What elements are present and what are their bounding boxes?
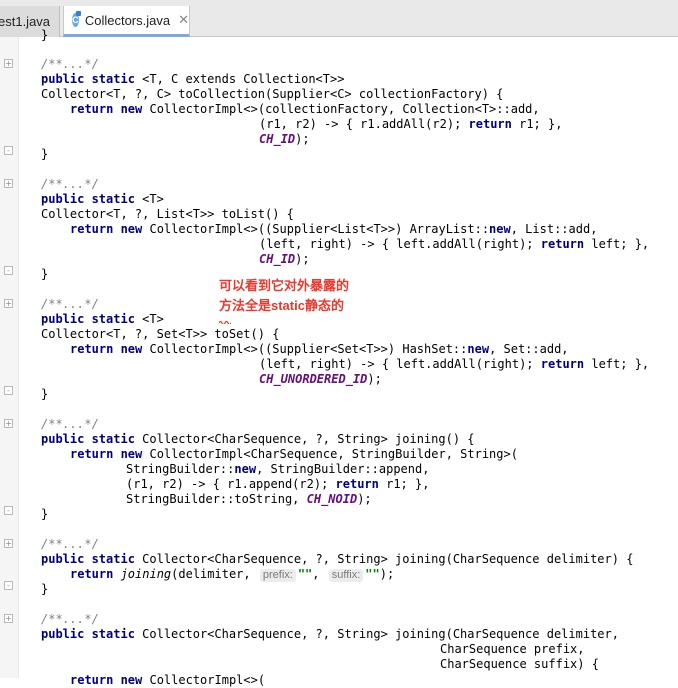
code-line: return new CollectorImpl<>((Supplier<Set… <box>70 342 569 356</box>
code-line: (r1, r2) -> { r1.addAll(r2); return r1; … <box>259 117 563 131</box>
editor-gutter: + - + - + - + - + - + <box>0 37 19 678</box>
code-line: (left, right) -> { left.addAll(right); r… <box>259 357 650 371</box>
code-line: return joining(delimiter, prefix: "", suf… <box>70 567 395 582</box>
annotation-text: 方法全是static静态的 <box>219 298 344 313</box>
code-line: Collector<T, ?, C> toCollection(Supplier… <box>41 87 504 101</box>
code-line: public static Collector<CharSequence, ?,… <box>41 432 475 446</box>
squiggle-underline-icon <box>219 320 231 324</box>
close-icon[interactable]: ✕ <box>178 12 189 28</box>
code-line: public static <T> <box>41 192 164 206</box>
code-line: (r1, r2) -> { r1.append(r2); return r1; … <box>126 477 430 491</box>
fold-collapse-icon[interactable]: - <box>4 386 13 395</box>
fold-collapse-icon[interactable]: - <box>4 506 13 515</box>
code-line: /**...*/ <box>41 417 99 431</box>
code-line: Collector<T, ?, Set<T>> toSet() { <box>41 327 280 341</box>
tab-label: Collectors.java <box>84 12 171 28</box>
code-line: StringBuilder::new, StringBuilder::appen… <box>126 462 430 476</box>
code-line: Collector<T, ?, List<T>> toList() { <box>41 207 294 221</box>
fold-expand-icon[interactable]: + <box>4 539 13 548</box>
code-line: } <box>41 28 49 42</box>
code-line: CH_UNORDERED_ID); <box>259 372 382 386</box>
code-line: } <box>41 267 49 281</box>
fold-expand-icon[interactable]: + <box>4 419 13 428</box>
code-line: (left, right) -> { left.addAll(right); r… <box>259 237 650 251</box>
code-line: } <box>41 387 49 401</box>
java-class-icon: C <box>72 11 81 27</box>
code-line: } <box>41 582 49 596</box>
code-line: } <box>41 507 49 521</box>
annotation-text: 可以看到它对外暴露的 <box>219 278 350 293</box>
code-line: } <box>41 147 49 161</box>
code-line: /**...*/ <box>41 537 99 551</box>
editor-tab-bar: est1.java C Collectors.java ✕ <box>0 0 678 37</box>
code-line: return new CollectorImpl<CharSequence, S… <box>70 447 518 461</box>
code-line: /**...*/ <box>41 57 99 71</box>
code-editor[interactable]: + - + - + - + - + - + } /**...*/ public … <box>0 28 678 687</box>
code-line: /**...*/ <box>41 297 99 311</box>
code-line: return new CollectorImpl<>((Supplier<Lis… <box>70 222 598 236</box>
code-line: StringBuilder::toString, CH_NOID); <box>126 492 372 506</box>
fold-expand-icon[interactable]: + <box>4 179 13 188</box>
code-line: public static <T, C extends Collection<T… <box>41 72 345 86</box>
code-line: /**...*/ <box>41 177 99 191</box>
fold-collapse-icon[interactable]: - <box>4 581 13 590</box>
fold-expand-icon[interactable]: + <box>4 59 13 68</box>
code-line: CH_ID); <box>259 252 310 266</box>
fold-collapse-icon[interactable]: - <box>4 146 13 155</box>
fold-expand-icon[interactable]: + <box>4 614 13 623</box>
code-line: return new CollectorImpl<>( <box>70 673 266 687</box>
code-line: /**...*/ <box>41 612 99 626</box>
parameter-hint-prefix: prefix: <box>259 569 296 582</box>
code-line: CharSequence prefix, <box>440 642 585 656</box>
code-line: public static Collector<CharSequence, ?,… <box>41 627 619 641</box>
tab-collectors-java[interactable]: C Collectors.java ✕ <box>63 6 190 37</box>
code-line: public static Collector<CharSequence, ?,… <box>41 552 634 566</box>
tab-test1-java[interactable]: est1.java <box>0 6 60 37</box>
code-line: CharSequence suffix) { <box>440 657 599 671</box>
code-line: CH_ID); <box>259 132 310 146</box>
fold-collapse-icon[interactable]: - <box>4 266 13 275</box>
code-line: return new CollectorImpl<>(collectionFac… <box>70 102 540 116</box>
tab-label: est1.java <box>0 14 51 29</box>
code-line: public static <T> <box>41 312 164 326</box>
fold-expand-icon[interactable]: + <box>4 299 13 308</box>
parameter-hint-suffix: suffix: <box>328 569 364 582</box>
